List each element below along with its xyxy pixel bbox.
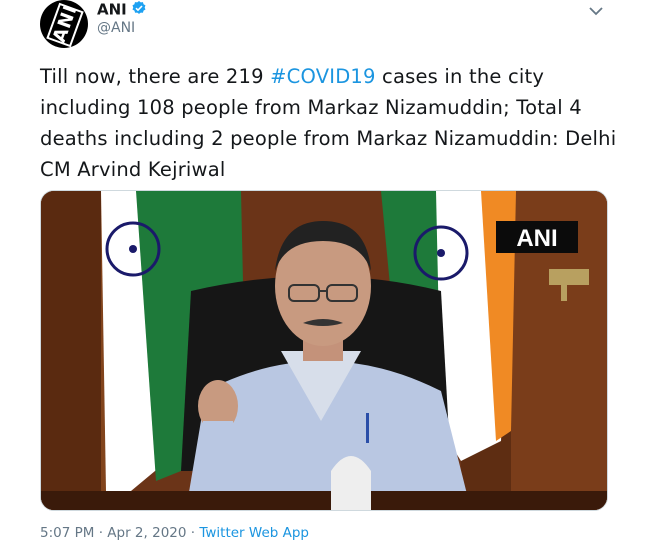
user-name-text: ANI <box>97 0 127 19</box>
tweet-time[interactable]: 5:07 PM <box>40 525 94 541</box>
tweet-source-link[interactable]: Twitter Web App <box>199 525 309 541</box>
tweet-meta: 5:07 PM · Apr 2, 2020 · Twitter Web App <box>40 525 309 541</box>
tweet-text-before: Till now, there are 219 <box>40 65 271 88</box>
tweet-media-image[interactable]: ANI <box>40 190 608 511</box>
tweet-text: Till now, there are 219 #COVID19 cases i… <box>40 61 630 185</box>
media-watermark: ANI <box>516 225 557 252</box>
user-display-name[interactable]: ANI <box>97 0 147 20</box>
user-handle[interactable]: @ANI <box>97 20 135 36</box>
verified-badge-icon <box>131 0 147 20</box>
meta-separator: · <box>186 525 200 541</box>
hashtag-link[interactable]: #COVID19 <box>270 65 375 88</box>
tweet-date[interactable]: Apr 2, 2020 <box>107 525 186 541</box>
meta-separator: · <box>94 525 108 541</box>
chevron-down-icon[interactable] <box>588 2 608 18</box>
avatar[interactable]: ANI <box>40 0 88 48</box>
